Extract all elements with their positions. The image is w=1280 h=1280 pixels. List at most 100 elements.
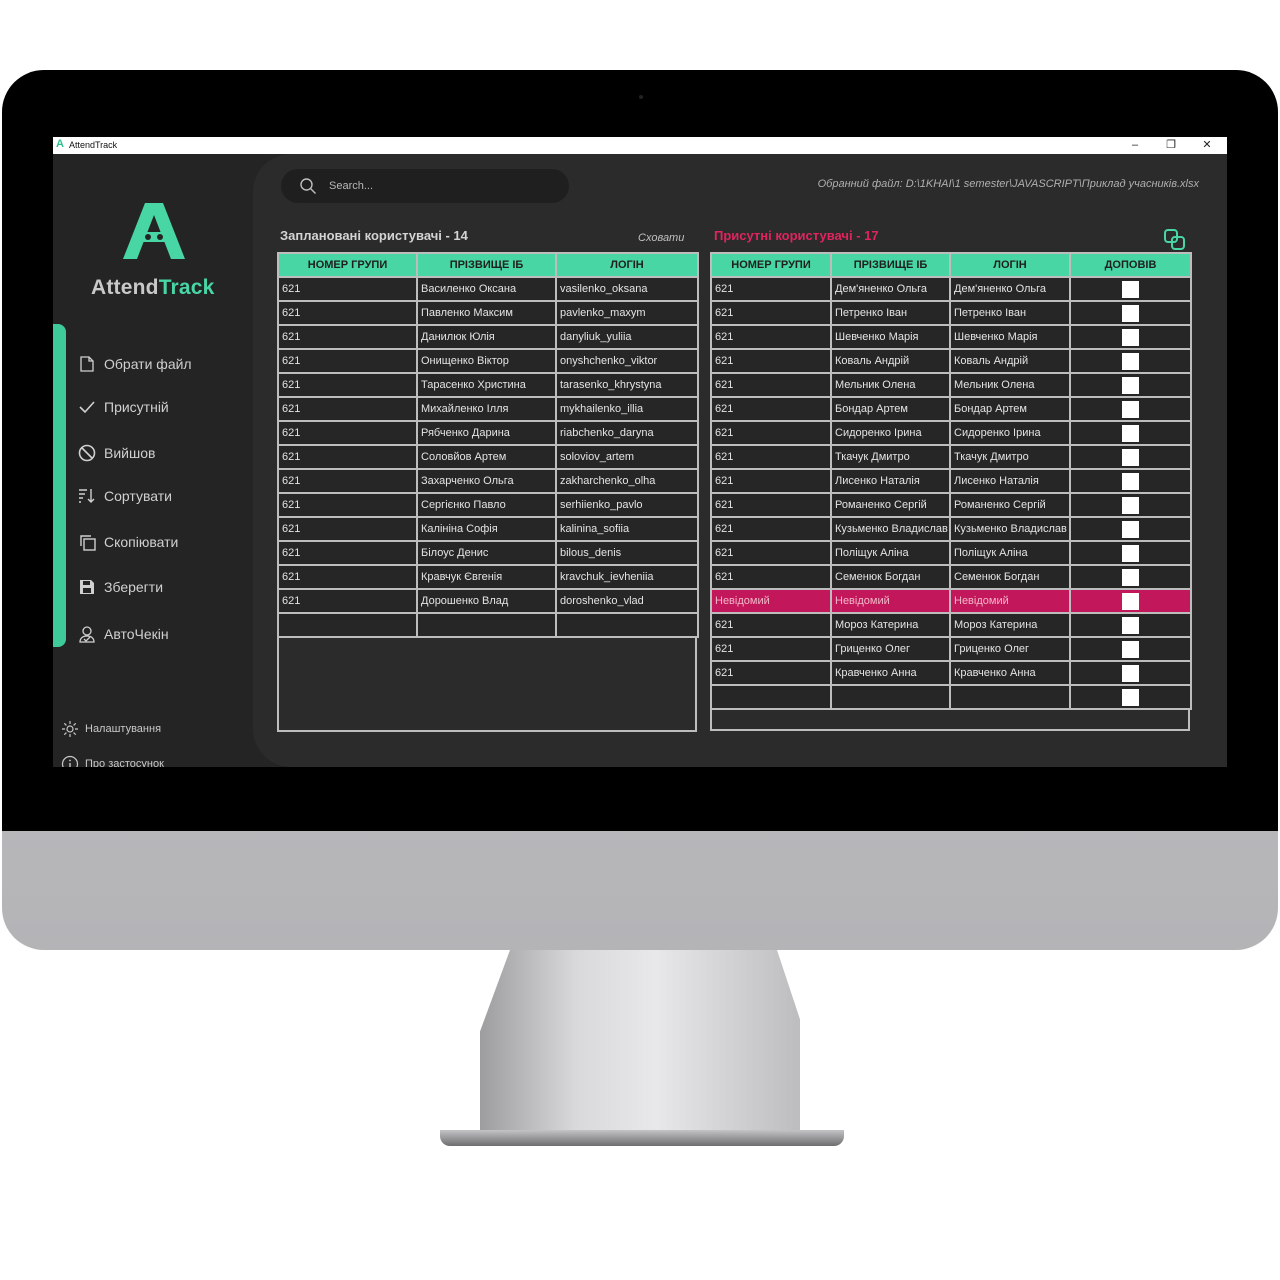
table-row[interactable]: 621 Михайленко Ілля mykhailenko_illia	[277, 396, 699, 422]
column-header-group[interactable]: НОМЕР ГРУПИ	[710, 252, 832, 278]
table-row[interactable]	[710, 684, 1192, 710]
table-row[interactable]: 621 Кузьменко Владислав Кузьменко Владисла…	[710, 516, 1192, 542]
table-row[interactable]: 621 Тарасенко Христина tarasenko_khrystyna	[277, 372, 699, 398]
cell-name: Павленко Максим	[416, 300, 557, 326]
cell-reported	[1069, 420, 1192, 446]
table-row[interactable]: 621 Лисенко Наталія Лисенко Наталія	[710, 468, 1192, 494]
table-row[interactable]: 621 Мороз Катерина Мороз Катерина	[710, 612, 1192, 638]
cell-group	[710, 684, 832, 710]
about-link[interactable]: Про застосунок	[61, 755, 164, 767]
monitor-stand	[480, 950, 800, 1140]
reported-checkbox[interactable]	[1122, 280, 1139, 298]
cell-login: Коваль Андрій	[949, 348, 1071, 374]
reported-checkbox[interactable]	[1122, 376, 1139, 394]
reported-checkbox[interactable]	[1122, 520, 1139, 538]
close-button[interactable]: ✕	[1189, 137, 1225, 154]
table-row[interactable]: 621 Павленко Максим pavlenko_maxym	[277, 300, 699, 326]
cell-login: pavlenko_maxym	[555, 300, 699, 326]
column-header-name[interactable]: ПРІЗВИЩЕ ІБ	[416, 252, 557, 278]
cell-login: Мельник Олена	[949, 372, 1071, 398]
window-title: AttendTrack	[69, 140, 118, 150]
settings-label: Налаштування	[85, 723, 162, 735]
sidebar-item-present[interactable]: Присутній	[78, 395, 169, 419]
cell-login: riabchenko_daryna	[555, 420, 699, 446]
sidebar-item-save[interactable]: Зберегти	[78, 575, 163, 599]
sidebar-item-copy[interactable]: Скопіювати	[78, 530, 178, 554]
cell-name: Коваль Андрій	[830, 348, 951, 374]
table-row[interactable]: 621 Дорошенко Влад doroshenko_vlad	[277, 588, 699, 614]
copy-icon	[78, 533, 96, 551]
search-input[interactable]	[329, 177, 549, 195]
cell-name: Сергієнко Павло	[416, 492, 557, 518]
table-row[interactable]: 621 Мельник Олена Мельник Олена	[710, 372, 1192, 398]
reported-checkbox[interactable]	[1122, 352, 1139, 370]
cell-name: Семенюк Богдан	[830, 564, 951, 590]
table-row[interactable]: 621 Рябченко Дарина riabchenko_daryna	[277, 420, 699, 446]
table-row[interactable]: 621 Ткачук Дмитро Ткачук Дмитро	[710, 444, 1192, 470]
cell-group: 621	[277, 468, 418, 494]
table-row[interactable]: 621 Петренко Іван Петренко Іван	[710, 300, 1192, 326]
cell-reported	[1069, 324, 1192, 350]
table-row[interactable]: Невідомий Невідомий Невідомий	[710, 588, 1192, 614]
column-header-login[interactable]: ЛОГІН	[555, 252, 699, 278]
cell-login: onyshchenko_viktor	[555, 348, 699, 374]
column-header-group[interactable]: НОМЕР ГРУПИ	[277, 252, 418, 278]
app-window: A AttendTrack – ❐ ✕ AttendTrack Обрати ф…	[53, 137, 1227, 767]
column-header-login[interactable]: ЛОГІН	[949, 252, 1071, 278]
sidebar-item-label: АвтоЧекін	[104, 626, 169, 642]
maximize-button[interactable]: ❐	[1153, 137, 1189, 154]
reported-checkbox[interactable]	[1122, 304, 1139, 322]
table-row[interactable]: 621 Сергієнко Павло serhiienko_pavlo	[277, 492, 699, 518]
table-row[interactable]: 621 Бондар Артем Бондар Артем	[710, 396, 1192, 422]
table-row[interactable]: 621 Захарченко Ольга zakharchenko_olha	[277, 468, 699, 494]
column-header-name[interactable]: ПРІЗВИЩЕ ІБ	[830, 252, 951, 278]
column-header-reported[interactable]: ДОПОВІВ	[1069, 252, 1192, 278]
copy-present-icon[interactable]	[1163, 228, 1187, 252]
table-row[interactable]: 621 Семенюк Богдан Семенюк Богдан	[710, 564, 1192, 590]
table-row[interactable]: 621 Данилюк Юлія danyliuk_yuliia	[277, 324, 699, 350]
cell-group: Невідомий	[710, 588, 832, 614]
cell-group: 621	[710, 324, 832, 350]
reported-checkbox[interactable]	[1122, 472, 1139, 490]
table-row[interactable]: 621 Дем'яненко Ольга Дем'яненко Ольга	[710, 276, 1192, 302]
table-row[interactable]: 621 Онищенко Віктор onyshchenko_viktor	[277, 348, 699, 374]
reported-checkbox[interactable]	[1122, 328, 1139, 346]
sidebar-item-autocheckin[interactable]: АвтоЧекін	[78, 622, 169, 646]
present-users-table: НОМЕР ГРУПИ ПРІЗВИЩЕ ІБ ЛОГІН ДОПОВІВ 62…	[710, 252, 1192, 710]
reported-checkbox[interactable]	[1122, 664, 1139, 682]
reported-checkbox[interactable]	[1122, 400, 1139, 418]
table-row[interactable]: 621 Сидоренко Ірина Сидоренко Ірина	[710, 420, 1192, 446]
table-row[interactable]: 621 Гриценко Олег Гриценко Олег	[710, 636, 1192, 662]
table-row[interactable]: 621 Василенко Оксана vasilenko_oksana	[277, 276, 699, 302]
cell-reported	[1069, 276, 1192, 302]
reported-checkbox[interactable]	[1122, 592, 1139, 610]
reported-checkbox[interactable]	[1122, 448, 1139, 466]
reported-checkbox[interactable]	[1122, 568, 1139, 586]
reported-checkbox[interactable]	[1122, 424, 1139, 442]
cell-login: Петренко Іван	[949, 300, 1071, 326]
reported-checkbox[interactable]	[1122, 496, 1139, 514]
table-row[interactable]: 621 Романенко Сергій Романенко Сергій	[710, 492, 1192, 518]
reported-checkbox[interactable]	[1122, 544, 1139, 562]
table-row[interactable]: 621 Шевченко Марія Шевченко Марія	[710, 324, 1192, 350]
table-row[interactable]: 621 Коваль Андрій Коваль Андрій	[710, 348, 1192, 374]
cell-group: 621	[277, 564, 418, 590]
table-row[interactable]: 621 Поліщук Аліна Поліщук Аліна	[710, 540, 1192, 566]
table-row[interactable]: 621 Білоус Денис bilous_denis	[277, 540, 699, 566]
present-users-title: Присутні користувачі - 17	[714, 228, 879, 243]
minimize-button[interactable]: –	[1117, 137, 1153, 154]
table-row[interactable]: 621 Калініна Софія kalinina_sofiia	[277, 516, 699, 542]
cell-name: Кравчук Євгенія	[416, 564, 557, 590]
sidebar-item-choose-file[interactable]: Обрати файл	[78, 352, 192, 376]
reported-checkbox[interactable]	[1122, 688, 1139, 706]
reported-checkbox[interactable]	[1122, 640, 1139, 658]
table-row[interactable]	[277, 612, 699, 638]
sidebar-item-sort[interactable]: Сортувати	[78, 484, 172, 508]
table-row[interactable]: 621 Кравченко Анна Кравченко Анна	[710, 660, 1192, 686]
table-row[interactable]: 621 Кравчук Євгенія kravchuk_ievheniia	[277, 564, 699, 590]
table-row[interactable]: 621 Соловйов Артем soloviov_artem	[277, 444, 699, 470]
sidebar-item-left[interactable]: Вийшов	[78, 441, 155, 465]
hide-button[interactable]: Сховати	[638, 232, 684, 244]
reported-checkbox[interactable]	[1122, 616, 1139, 634]
settings-link[interactable]: Налаштування	[61, 720, 161, 738]
